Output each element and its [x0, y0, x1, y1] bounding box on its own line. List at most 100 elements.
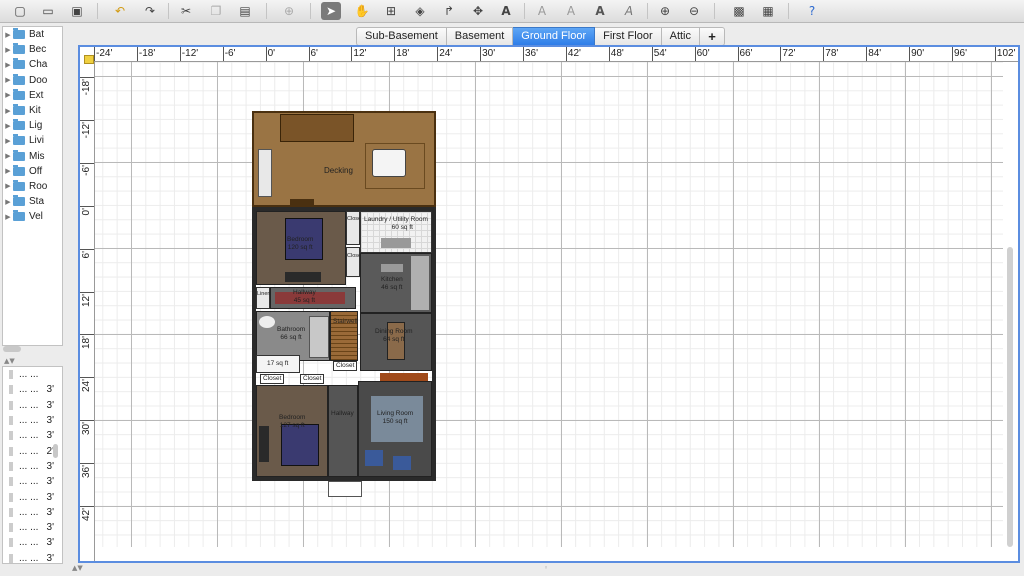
expand-arrow-icon[interactable]: ▶: [3, 76, 13, 84]
room-laundry[interactable]: Laundry / Utility Room 60 sq ft: [360, 211, 432, 253]
expand-arrow-icon[interactable]: ▶: [3, 31, 13, 39]
expand-arrow-icon[interactable]: ▶: [3, 107, 13, 115]
room-living[interactable]: Living Room 150 sq ft: [358, 381, 432, 477]
plan-view[interactable]: -24' -18' -12' -6' 0' 6' 12' 18' 24' 30' 36' 42' 48'…: [78, 45, 1020, 563]
house-floor-plan[interactable]: Decking Bedroom 120 sq ft Closet Closet L…: [252, 111, 438, 497]
category-label: Roo: [29, 180, 48, 192]
create-walls-icon[interactable]: ⊞: [381, 2, 401, 20]
furniture-row[interactable]: ... ... 3': [3, 428, 62, 443]
catalog-category[interactable]: ▶ Kit: [3, 103, 62, 118]
save-icon[interactable]: ▣: [67, 2, 87, 20]
plan-vertical-scrollbar[interactable]: [1007, 247, 1013, 547]
catalog-category[interactable]: ▶ Off: [3, 164, 62, 179]
undo-icon[interactable]: ↶: [110, 2, 130, 20]
room-stairwell[interactable]: Stairwell: [330, 311, 358, 361]
zoom-out-icon[interactable]: ⊖: [684, 2, 704, 20]
furniture-row[interactable]: ... ... 3': [3, 413, 62, 428]
room-small[interactable]: 17 sq ft: [256, 355, 300, 373]
catalog-category[interactable]: ▶ Lig: [3, 118, 62, 133]
create-polylines-icon[interactable]: ↱: [439, 2, 459, 20]
add-level-button[interactable]: +: [700, 27, 726, 46]
text-style-4-icon[interactable]: A: [619, 2, 639, 20]
furniture-row[interactable]: ... ... 3': [3, 382, 62, 397]
text-style-1-icon[interactable]: A: [532, 2, 552, 20]
catalog-category[interactable]: ▶ Mis: [3, 149, 62, 164]
open-icon[interactable]: ▭: [38, 2, 58, 20]
room-closet-b[interactable]: Closet: [346, 247, 363, 277]
expand-arrow-icon[interactable]: ▶: [3, 61, 13, 69]
catalog-category[interactable]: ▶ Livi: [3, 133, 62, 148]
expand-arrow-icon[interactable]: ▶: [3, 137, 13, 145]
catalog-category[interactable]: ▶ Bat: [3, 27, 62, 42]
room-bathroom[interactable]: Bathroom 66 sq ft: [256, 311, 330, 361]
furniture-row[interactable]: ... ... 3': [3, 398, 62, 413]
room-closet-a[interactable]: Closet: [346, 211, 363, 245]
zoom-in-icon[interactable]: ⊕: [655, 2, 675, 20]
add-text-icon[interactable]: A: [496, 2, 516, 20]
panel-splitter[interactable]: ▲▼: [4, 357, 15, 365]
catalog-category[interactable]: ▶ Vel: [3, 209, 62, 224]
furniture-icon: [9, 385, 13, 395]
room-bedroom-1[interactable]: Bedroom 120 sq ft: [256, 211, 346, 285]
catalog-category[interactable]: ▶ Ext: [3, 88, 62, 103]
room-decking[interactable]: Decking: [252, 111, 436, 207]
text-style-3-icon[interactable]: A: [590, 2, 610, 20]
cut-icon[interactable]: ✂: [176, 2, 196, 20]
category-label: Off: [29, 165, 43, 177]
ruler-label: 42': [567, 48, 581, 59]
select-icon[interactable]: ➤: [321, 2, 341, 20]
camera-icon[interactable]: ▩: [729, 2, 749, 20]
tab-basement[interactable]: Basement: [446, 27, 514, 46]
catalog-category[interactable]: ▶ Bec: [3, 42, 62, 57]
expand-arrow-icon[interactable]: ▶: [3, 122, 13, 130]
tab-ground-floor[interactable]: Ground Floor: [513, 27, 596, 46]
expand-arrow-icon[interactable]: ▶: [3, 198, 13, 206]
room-kitchen[interactable]: Kitchen 46 sq ft: [360, 253, 432, 313]
ruler-tick: [394, 47, 396, 61]
category-label: Bat: [29, 29, 45, 41]
expand-arrow-icon[interactable]: ▶: [3, 167, 13, 175]
pan-icon[interactable]: ✋: [352, 2, 372, 20]
expand-arrow-icon[interactable]: ▶: [3, 152, 13, 160]
tab-attic[interactable]: Attic: [661, 27, 701, 46]
ruler-label: 66': [739, 48, 753, 59]
tab-first-floor[interactable]: First Floor: [595, 27, 662, 46]
catalog-horizontal-scrollbar[interactable]: [3, 346, 21, 352]
text-style-2-icon[interactable]: A: [561, 2, 581, 20]
catalog-category[interactable]: ▶ Doo: [3, 73, 62, 88]
room-linen[interactable]: Linen: [256, 287, 270, 309]
furniture-row[interactable]: ... ...: [3, 367, 62, 382]
armchair: [365, 450, 383, 466]
expand-arrow-icon[interactable]: ▶: [3, 182, 13, 190]
create-dimensions-icon[interactable]: ✥: [468, 2, 488, 20]
ruler-tick: [80, 248, 94, 250]
redo-icon[interactable]: ↷: [140, 2, 160, 20]
furniture-row[interactable]: ... ... 3': [3, 520, 62, 535]
splitter-arrows-icon[interactable]: ▲▼: [72, 564, 83, 572]
expand-arrow-icon[interactable]: ▶: [3, 46, 13, 54]
resize-handle-icon[interactable]: ◦: [544, 564, 548, 572]
furniture-row[interactable]: ... ... 3': [3, 474, 62, 489]
paste-icon[interactable]: ▤: [235, 2, 255, 20]
new-file-icon[interactable]: ▢: [10, 2, 30, 20]
room-hallway-1[interactable]: Hallway 45 sq ft: [270, 287, 356, 309]
video-icon[interactable]: ▦: [758, 2, 778, 20]
add-furniture-icon[interactable]: ⊕: [279, 2, 299, 20]
furniture-row[interactable]: ... ... 3': [3, 535, 62, 550]
room-hallway-2[interactable]: Hallway: [328, 385, 358, 477]
help-icon[interactable]: ?: [802, 2, 822, 20]
furniture-row[interactable]: ... ... 3': [3, 505, 62, 520]
catalog-category[interactable]: ▶ Roo: [3, 179, 62, 194]
furniture-list-scrollbar[interactable]: [53, 444, 58, 458]
room-bedroom-2[interactable]: Bedroom 127 sq ft: [256, 385, 328, 477]
expand-arrow-icon[interactable]: ▶: [3, 213, 13, 221]
expand-arrow-icon[interactable]: ▶: [3, 91, 13, 99]
tab-sub-basement[interactable]: Sub-Basement: [356, 27, 447, 46]
catalog-category[interactable]: ▶ Cha: [3, 57, 62, 72]
create-rooms-icon[interactable]: ◈: [410, 2, 430, 20]
catalog-category[interactable]: ▶ Sta: [3, 194, 62, 209]
furniture-row[interactable]: ... ... 3': [3, 489, 62, 504]
copy-icon[interactable]: ❐: [206, 2, 226, 20]
room-dining[interactable]: Dining Room 64 sq ft: [360, 313, 432, 371]
furniture-row[interactable]: ... ... 3': [3, 459, 62, 474]
